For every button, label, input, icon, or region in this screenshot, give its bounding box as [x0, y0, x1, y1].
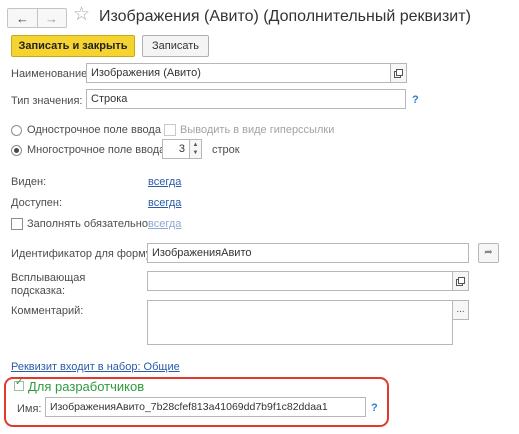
multi-line-radio[interactable]: [11, 145, 22, 156]
redo-arrow-icon: ➦: [484, 247, 493, 258]
developers-title[interactable]: Для разработчиков: [28, 379, 144, 394]
forward-button[interactable]: →: [37, 9, 66, 27]
rows-stepper[interactable]: ▲ ▼: [189, 139, 202, 159]
hyperlink-label: Выводить в виде гиперссылки: [180, 124, 335, 136]
tooltip-open-button[interactable]: [452, 271, 469, 291]
tooltip-label-line2: подсказка:: [11, 285, 66, 297]
chevron-down-icon[interactable]: ▼: [193, 149, 199, 157]
value-type-label: Тип значения:: [11, 95, 83, 107]
multi-line-label: Многострочное поле ввода: [27, 144, 166, 156]
comment-select-button[interactable]: ...: [452, 300, 469, 320]
back-button[interactable]: ←: [8, 9, 38, 27]
rows-field[interactable]: 3: [162, 139, 190, 159]
arrow-right-icon: →: [45, 10, 58, 26]
save-button[interactable]: Записать: [142, 35, 209, 57]
formula-id-field[interactable]: ИзображенияАвито: [147, 243, 469, 263]
required-checkbox[interactable]: [11, 218, 23, 230]
value-type-field[interactable]: Строка: [86, 89, 406, 109]
rows-suffix: строк: [212, 144, 240, 156]
developer-name-help-icon[interactable]: ?: [371, 402, 378, 414]
comment-label: Комментарий:: [11, 305, 84, 317]
open-icon: [394, 68, 403, 78]
open-icon: [456, 276, 465, 286]
attribute-set-link[interactable]: Реквизит входит в набор: Общие: [11, 361, 180, 373]
developer-name-label: Имя:: [17, 403, 42, 415]
window-title: Изображения (Авито) (Дополнительный рекв…: [99, 8, 471, 25]
comment-field[interactable]: [147, 300, 453, 345]
formula-id-action-button[interactable]: ➦: [478, 243, 499, 263]
name-label: Наименование:: [11, 68, 91, 80]
single-line-radio[interactable]: [11, 125, 22, 136]
checkmark-icon: ✓: [15, 377, 24, 388]
name-field[interactable]: Изображения (Авито): [86, 63, 391, 83]
visible-label: Виден:: [11, 176, 47, 188]
required-link[interactable]: всегда: [148, 218, 181, 230]
developers-toggle-checkbox[interactable]: ✓: [14, 377, 24, 391]
single-line-label: Однострочное поле ввода: [27, 124, 161, 136]
value-type-help-icon[interactable]: ?: [412, 94, 419, 106]
tooltip-field[interactable]: [147, 271, 453, 291]
save-and-close-button[interactable]: Записать и закрыть: [11, 35, 135, 57]
visible-link[interactable]: всегда: [148, 176, 181, 188]
hyperlink-checkbox[interactable]: [164, 124, 176, 136]
name-open-button[interactable]: [390, 63, 407, 83]
formula-id-label: Идентификатор для формул:: [11, 248, 161, 260]
available-label: Доступен:: [11, 197, 63, 209]
favorite-star-icon[interactable]: ☆: [73, 5, 90, 24]
tooltip-label-line1: Всплывающая: [11, 272, 86, 284]
chevron-up-icon[interactable]: ▲: [193, 141, 199, 149]
available-link[interactable]: всегда: [148, 197, 181, 209]
developer-name-field[interactable]: ИзображенияАвито_7b28cfef813a41069dd7b9f…: [45, 397, 366, 417]
required-label: Заполнять обязательно:: [27, 218, 151, 230]
arrow-left-icon: ←: [16, 10, 29, 26]
